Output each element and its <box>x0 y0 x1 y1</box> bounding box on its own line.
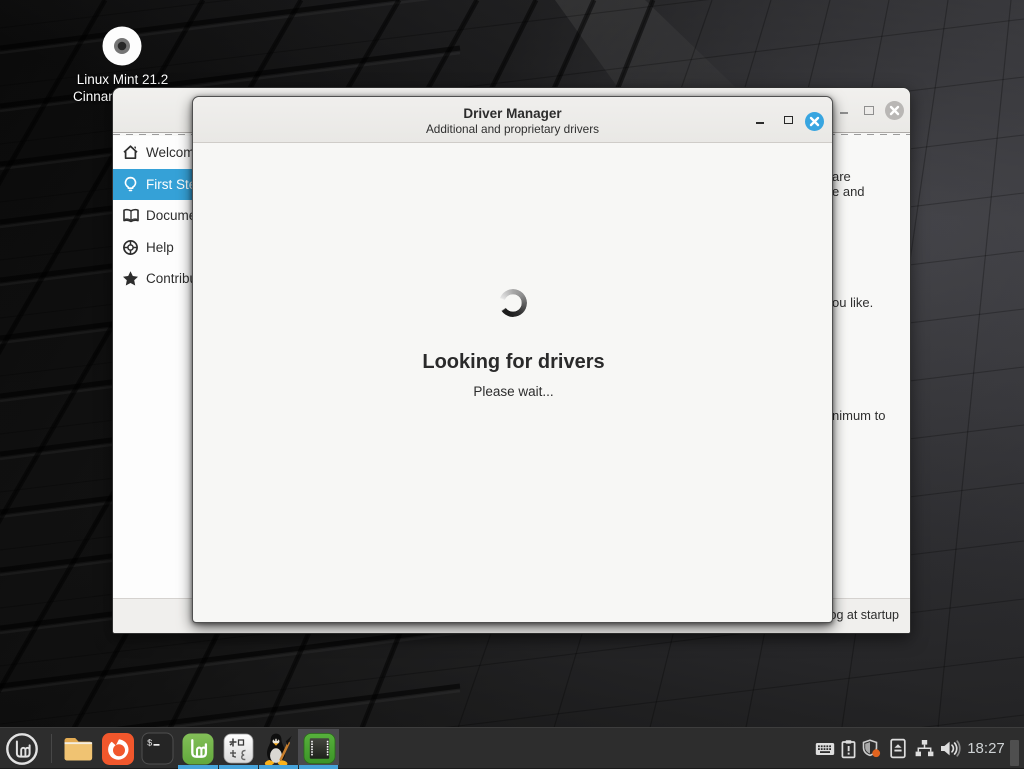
svg-text:$: $ <box>147 739 153 749</box>
